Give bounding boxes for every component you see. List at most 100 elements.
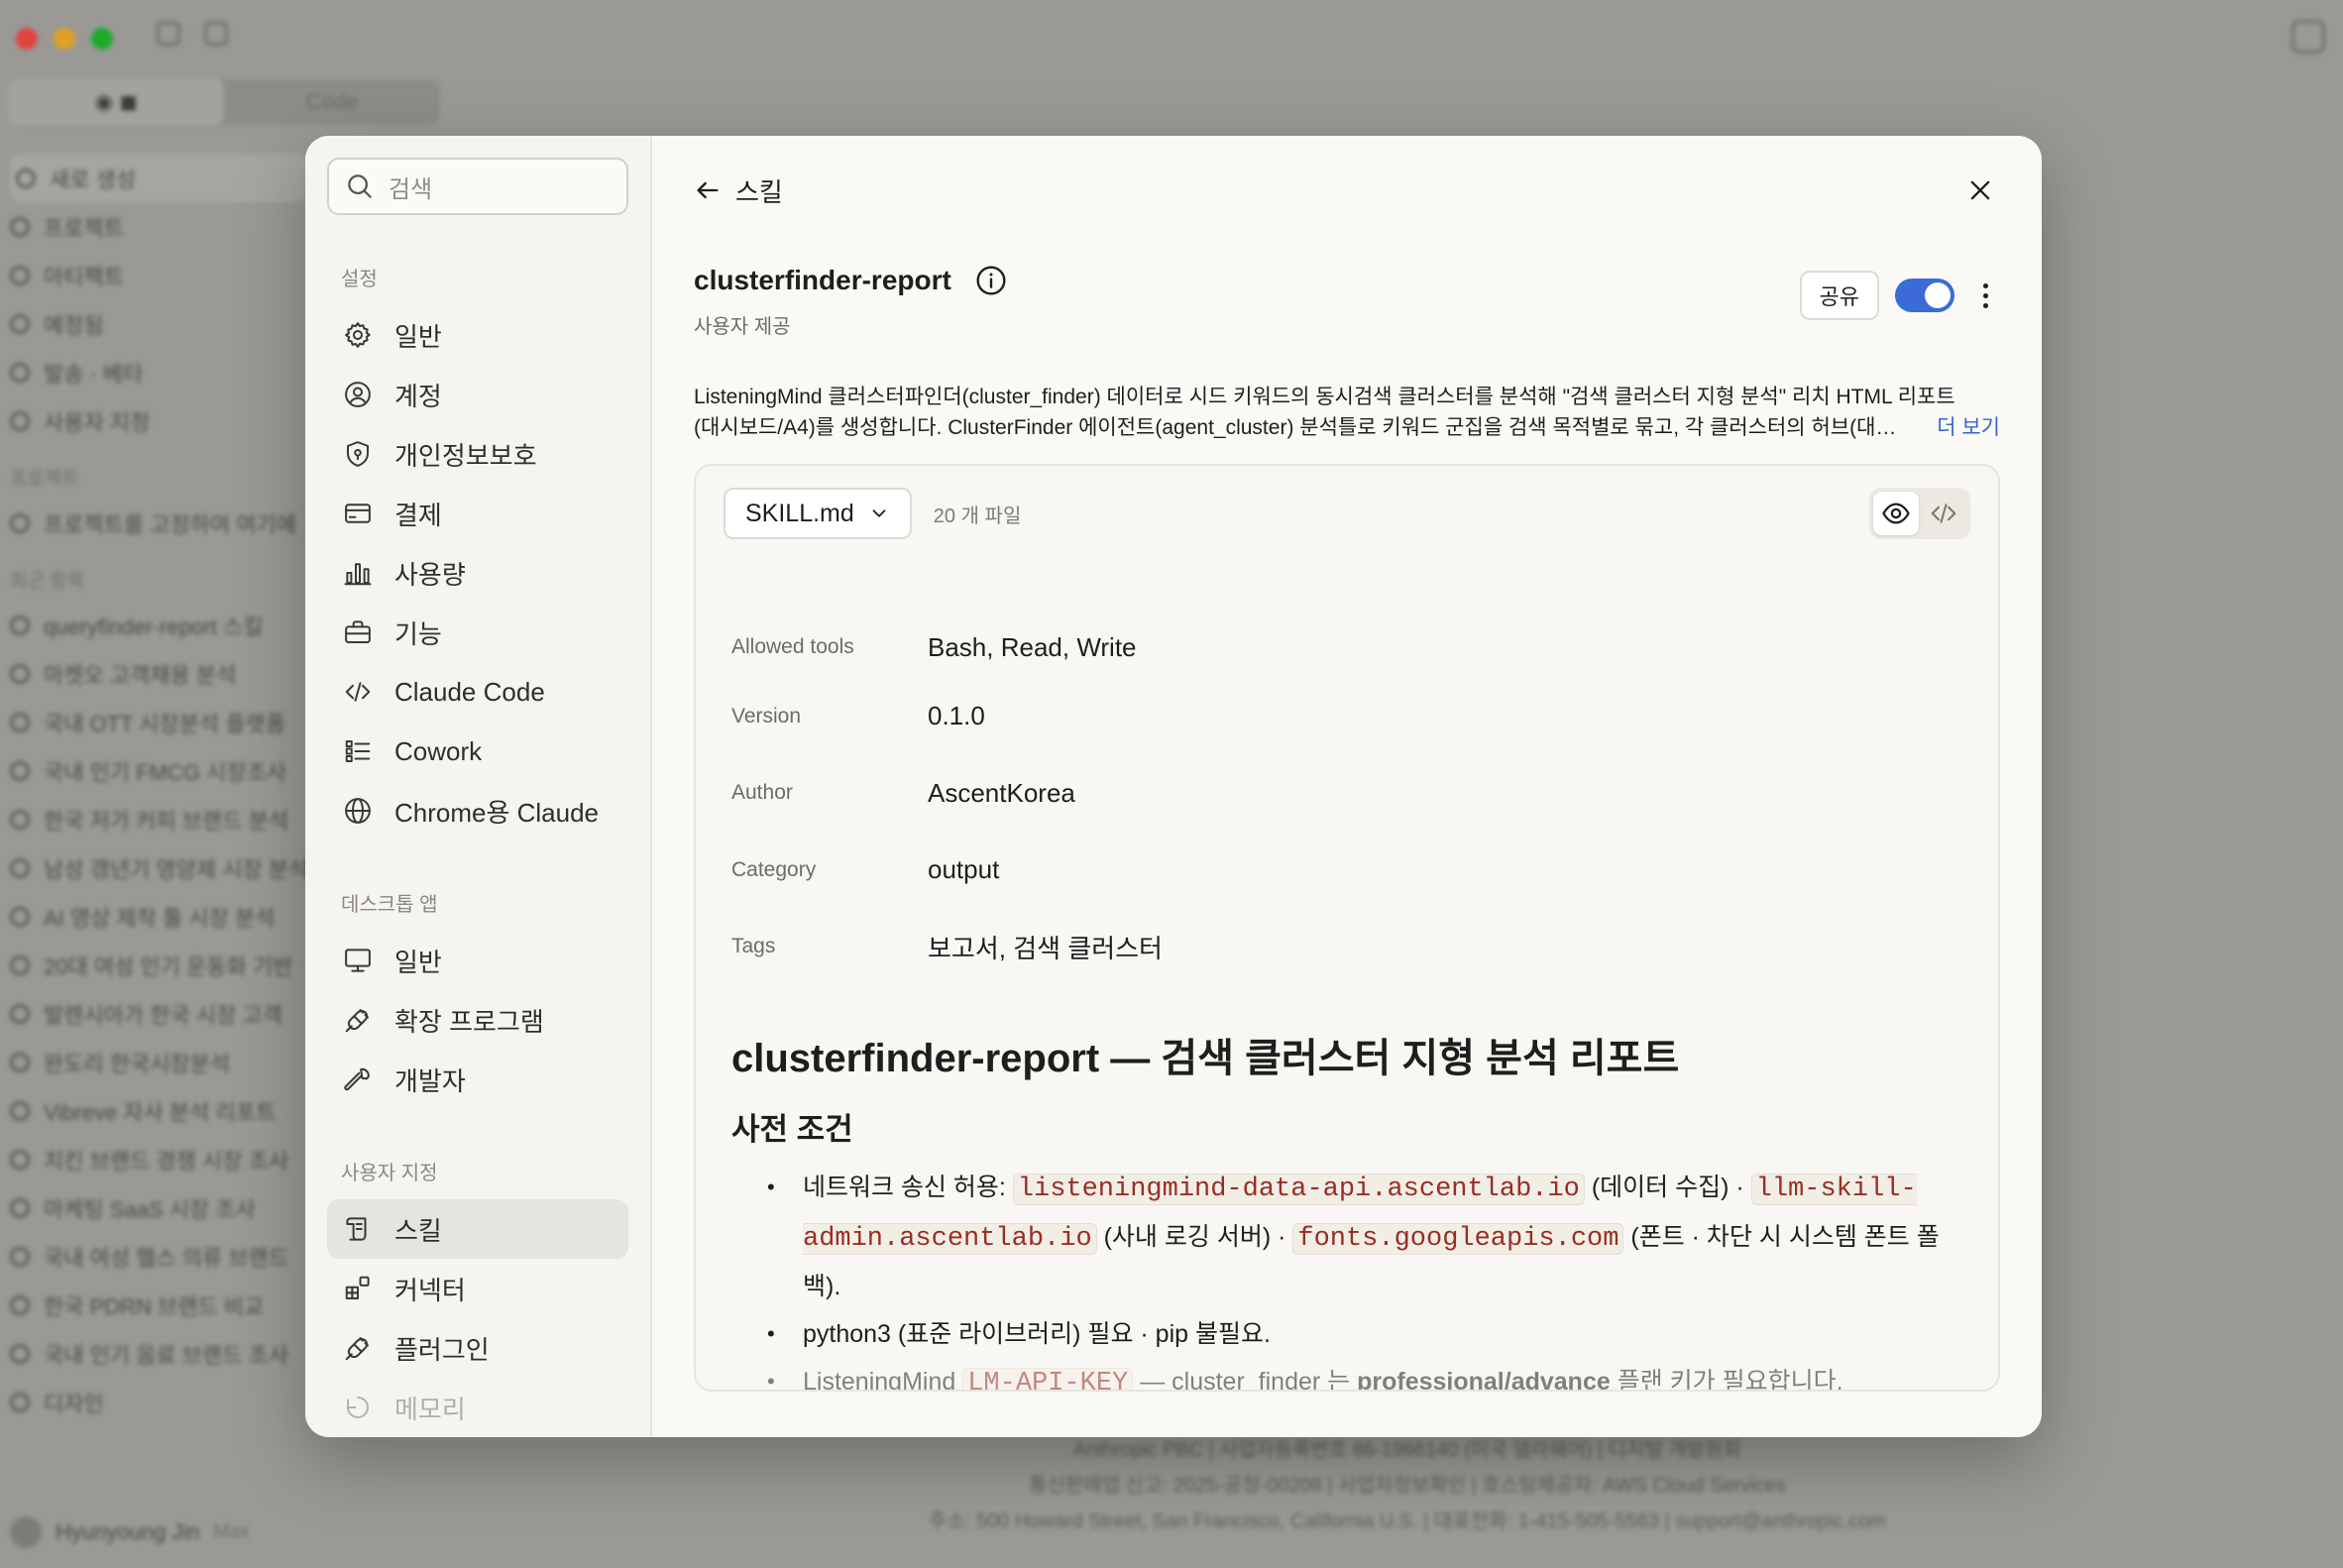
nav-item-사용량[interactable]: 사용량 (327, 543, 628, 603)
code-icon (345, 682, 371, 702)
zoom-window-button[interactable] (91, 28, 113, 50)
window-controls (16, 28, 113, 50)
tab-chat[interactable]: ◉ ◼ (8, 79, 224, 125)
search-icon[interactable] (204, 22, 228, 46)
file-count: 20 개 파일 (933, 504, 1022, 527)
chevron-down-icon (872, 509, 886, 517)
recent-chat-item[interactable]: 국내 여성 헬스 의류 브랜드 (10, 1232, 307, 1281)
credit-card-icon (345, 504, 371, 523)
skill-enabled-toggle[interactable] (1895, 279, 1954, 312)
search-icon (348, 174, 373, 199)
sidebar-item-new[interactable]: 새로 생성 (10, 154, 307, 202)
recent-chat-item[interactable]: 마케팅 SaaS 시장 조사 (10, 1183, 307, 1232)
meta-row: Allowed tools Bash, Read, Write (731, 616, 1962, 678)
settings-search-input[interactable]: 검색 (327, 158, 628, 215)
scroll-icon (346, 1217, 367, 1241)
file-select-dropdown[interactable]: SKILL.md (724, 488, 912, 539)
recent-chat-item[interactable]: 디자인 (10, 1378, 307, 1426)
nav-item-결제[interactable]: 결제 (327, 484, 628, 543)
nav-item-계정[interactable]: 계정 (327, 365, 628, 424)
nav-item-개발자[interactable]: 개발자 (327, 1050, 628, 1109)
list-item: python3 (표준 라이브러리) 필요 · pip 불필요. (731, 1310, 1962, 1358)
prerequisites-list: 네트워크 송신 허용: listeningmind-data-api.ascen… (731, 1164, 1962, 1390)
show-more-link[interactable]: 더 보기 (1937, 412, 2000, 443)
arrow-left-icon (697, 181, 719, 199)
recent-chat-item[interactable]: 완도리 한국시장분석 (10, 1038, 307, 1086)
nav-item-기능[interactable]: 기능 (327, 603, 628, 662)
close-window-button[interactable] (16, 28, 38, 50)
recent-chat-item[interactable]: 남성 갱년기 영양제 시장 분석 (10, 843, 307, 892)
mode-tabs: ◉ ◼ Code (8, 79, 440, 125)
recent-chat-item[interactable]: 국내 인기 음료 브랜드 조사 (10, 1329, 307, 1378)
settings-sidebar: 검색 설정 일반 계정 개인정보보호 결제 사용량 기능 Claude Code Cowork… (305, 136, 652, 1437)
bar-chart-icon (344, 563, 372, 586)
recent-chat-item[interactable]: 마켓오 고객채용 분석 (10, 649, 307, 698)
skill-name: clusterfinder-report (694, 265, 951, 295)
nav-item-chrome용-claude[interactable]: Chrome용 Claude (327, 781, 628, 840)
sidebar-item-customize[interactable]: 사용자 지정 (10, 396, 307, 445)
projects-hint: 프로젝트를 고정하여 여기에 (10, 499, 307, 547)
recent-chat-item[interactable]: 20대 여성 인기 운동화 기반 (10, 941, 307, 989)
meta-value: AscentKorea (928, 777, 1075, 808)
tab-code[interactable]: Code (224, 79, 440, 125)
close-modal-button[interactable] (1960, 170, 2000, 210)
recent-chat-item[interactable]: Vibreve 자사 분석 리포트 (10, 1086, 307, 1135)
avatar (10, 1516, 42, 1548)
frontmatter-table: Allowed tools Bash, Read, Write Version 0.1… (731, 616, 1962, 985)
nav-item-claude-code[interactable]: Claude Code (327, 662, 628, 722)
preview-mode-button[interactable] (1873, 492, 1919, 535)
meta-key: Category (731, 857, 817, 881)
nav-item-일반[interactable]: 일반 (327, 931, 628, 990)
markdown-preview: clusterfinder-report — 검색 클러스터 지형 분석 리포트… (731, 1029, 1962, 1390)
meta-key: Version (731, 704, 802, 728)
skill-file-viewer: SKILL.md 20 개 파일 Allowed tools Bash, Read… (694, 464, 2000, 1392)
checklist-icon (345, 740, 371, 762)
recent-chat-item[interactable]: queryfinder-report 스킬 (10, 601, 307, 649)
plug-icon (345, 1337, 369, 1361)
user-profile[interactable]: Hyunyoung Jin Max (10, 1516, 249, 1548)
sidebar-item-scheduled[interactable]: 예정됨 (10, 299, 307, 348)
nav-item-스킬[interactable]: 스킬 (327, 1199, 628, 1259)
section-desktop-title: 데스크톱 앱 (341, 894, 438, 916)
nav-item-메모리[interactable]: 메모리 (327, 1378, 628, 1437)
nav-item-일반[interactable]: 일반 (327, 305, 628, 365)
recent-chat-item[interactable]: 국내 인기 FMCG 시장조사 (10, 746, 307, 795)
meta-key: Author (731, 781, 793, 805)
recent-chat-item[interactable]: 발렌시아가 한국 시장 고객 (10, 989, 307, 1038)
eye-icon (1882, 503, 1910, 524)
nav-item-커넥터[interactable]: 커넥터 (327, 1259, 628, 1318)
memory-icon (347, 1397, 369, 1418)
meta-row: Tags 보고서, 검색 클러스터 (731, 909, 1962, 986)
sidebar-item-dispatch[interactable]: 발송 · 베타 (10, 348, 307, 396)
recent-chat-item[interactable]: 한국 PDRN 브랜드 비교 (10, 1281, 307, 1329)
recents-section-title: 최근 항목 (10, 571, 85, 592)
info-icon[interactable] (975, 265, 1007, 296)
section-settings-title: 설정 (341, 269, 378, 290)
share-button[interactable]: 공유 (1799, 271, 1879, 320)
monitor-icon (345, 949, 371, 972)
meta-key: Allowed tools (731, 635, 854, 658)
code-icon (1931, 504, 1956, 523)
wrench-icon (344, 1067, 370, 1091)
user-circle-icon (345, 382, 371, 407)
legal-footer: Anthropic PBC | 사업자등록번호 86-1966140 (미국 델… (929, 1439, 1886, 1532)
recent-chat-item[interactable]: AI 영상 제작 툴 시장 분석 (10, 892, 307, 941)
nav-item-개인정보보호[interactable]: 개인정보보호 (327, 424, 628, 484)
md-heading-2: 사전 조건 (731, 1112, 853, 1147)
minimize-window-button[interactable] (54, 28, 75, 50)
sidebar-item-projects[interactable]: 프로젝트 (10, 202, 307, 251)
meta-value: Bash, Read, Write (928, 631, 1137, 662)
nav-item-확장-프로그램[interactable]: 확장 프로그램 (327, 990, 628, 1050)
sidebar-item-artifacts[interactable]: 아티팩트 (10, 251, 307, 299)
sidebar-toggle-icon[interactable] (157, 22, 180, 46)
source-mode-button[interactable] (1921, 492, 1966, 535)
recent-chat-item[interactable]: 한국 저가 커피 브랜드 분석 (10, 795, 307, 843)
recent-chat-item[interactable]: 치킨 브랜드 경쟁 시장 조사 (10, 1135, 307, 1183)
nav-item-플러그인[interactable]: 플러그인 (327, 1318, 628, 1378)
nav-item-cowork[interactable]: Cowork (327, 722, 628, 781)
back-button[interactable]: 스킬 (694, 172, 783, 209)
plug-icon (345, 1009, 369, 1033)
notification-icon[interactable] (2291, 20, 2325, 54)
recent-chat-item[interactable]: 국내 OTT 시장분석 플랫폼 (10, 698, 307, 746)
more-options-icon[interactable] (1970, 276, 2000, 315)
